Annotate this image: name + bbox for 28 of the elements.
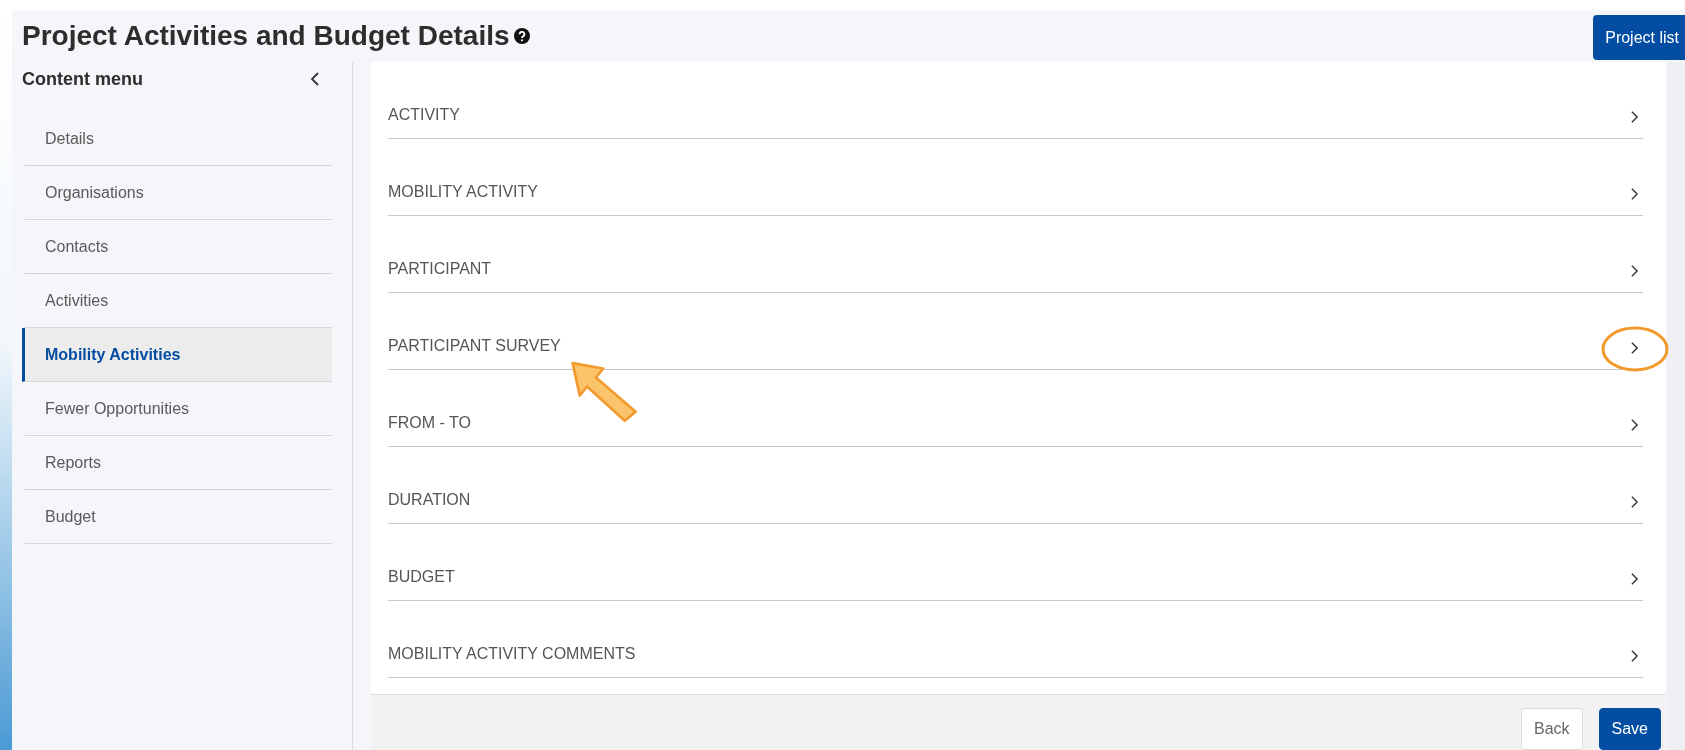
section-row[interactable]: MOBILITY ACTIVITY COMMENTS (388, 601, 1643, 678)
section-row[interactable]: BUDGET (388, 524, 1643, 601)
sidebar-title: Content menu (22, 69, 143, 90)
help-icon[interactable] (513, 28, 530, 44)
section-row[interactable]: DURATION (388, 447, 1643, 524)
chevron-icon (1630, 264, 1639, 278)
section-row[interactable]: MOBILITY ACTIVITY (388, 139, 1643, 216)
chevron-icon (1630, 341, 1639, 355)
sidebar-item[interactable]: Reports (22, 436, 332, 490)
sidebar-item[interactable]: Contacts (22, 220, 332, 274)
chevron-icon (1630, 418, 1639, 432)
sidebar-item[interactable]: Organisations (22, 166, 332, 220)
section-row[interactable]: PARTICIPANT (388, 216, 1643, 293)
save-button[interactable]: Save (1598, 708, 1661, 750)
back-button[interactable]: Back (1520, 708, 1583, 750)
chevron-icon (1630, 495, 1639, 509)
project-list-button[interactable]: Project list (1593, 15, 1685, 60)
sidebar-item[interactable]: Mobility Activities (22, 328, 332, 382)
section-row[interactable]: ACTIVITY (388, 62, 1643, 139)
chevron-icon (1630, 110, 1639, 124)
chevron-icon (1630, 649, 1639, 663)
sidebar-item[interactable]: Budget (22, 490, 332, 544)
collapse-icon[interactable] (310, 71, 320, 87)
sidebar-item[interactable]: Details (22, 112, 332, 166)
chevron-icon (1630, 187, 1639, 201)
chevron-icon (1630, 572, 1639, 586)
sidebar-item[interactable]: Fewer Opportunities (22, 382, 332, 436)
page-title: Project Activities and Budget Details (22, 20, 510, 52)
